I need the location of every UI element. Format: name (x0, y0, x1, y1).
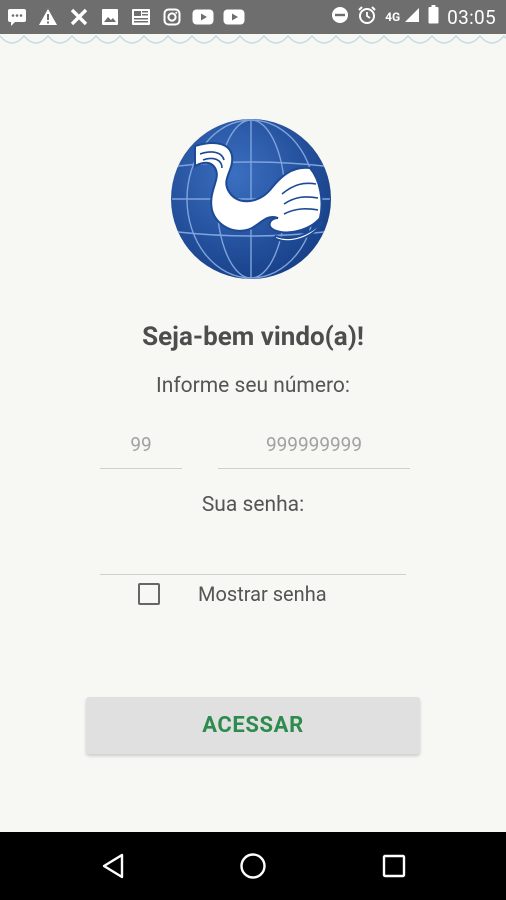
navigation-bar (0, 832, 506, 900)
network-type: 4G (385, 10, 401, 24)
system-status: 4G 03:05 (331, 0, 496, 34)
instagram-icon (161, 6, 183, 28)
youtube-icon (223, 6, 245, 28)
clock: 03:05 (447, 5, 496, 29)
back-icon[interactable] (96, 849, 130, 883)
youtube-icon (192, 6, 214, 28)
message-icon (6, 6, 28, 28)
battery-icon (428, 5, 439, 29)
globe-hands-logo (171, 119, 331, 279)
signal-icon (404, 7, 420, 28)
phone-prompt: Informe seu número: (156, 374, 350, 398)
news-icon (130, 6, 152, 28)
alarm-icon (357, 5, 377, 30)
notification-icons (6, 0, 245, 34)
show-password-label[interactable]: Mostrar senha (198, 582, 327, 606)
recents-icon[interactable] (377, 849, 411, 883)
show-password-checkbox[interactable] (138, 583, 160, 605)
password-input[interactable] (100, 536, 406, 575)
welcome-heading: Seja-bem vindo(a)! (142, 322, 364, 352)
status-bar: 4G 03:05 (0, 0, 506, 34)
do-not-disturb-icon (331, 6, 349, 29)
password-prompt: Sua senha: (201, 493, 305, 517)
warning-icon (37, 6, 59, 28)
close-icon (68, 6, 90, 28)
login-button[interactable]: ACESSAR (86, 697, 420, 754)
home-icon[interactable] (236, 849, 270, 883)
phone-number-input[interactable] (218, 430, 410, 469)
login-screen: Seja-bem vindo(a)! Informe seu número: S… (0, 56, 506, 832)
image-icon (99, 6, 121, 28)
decorative-border (0, 34, 506, 44)
area-code-input[interactable] (100, 430, 182, 469)
